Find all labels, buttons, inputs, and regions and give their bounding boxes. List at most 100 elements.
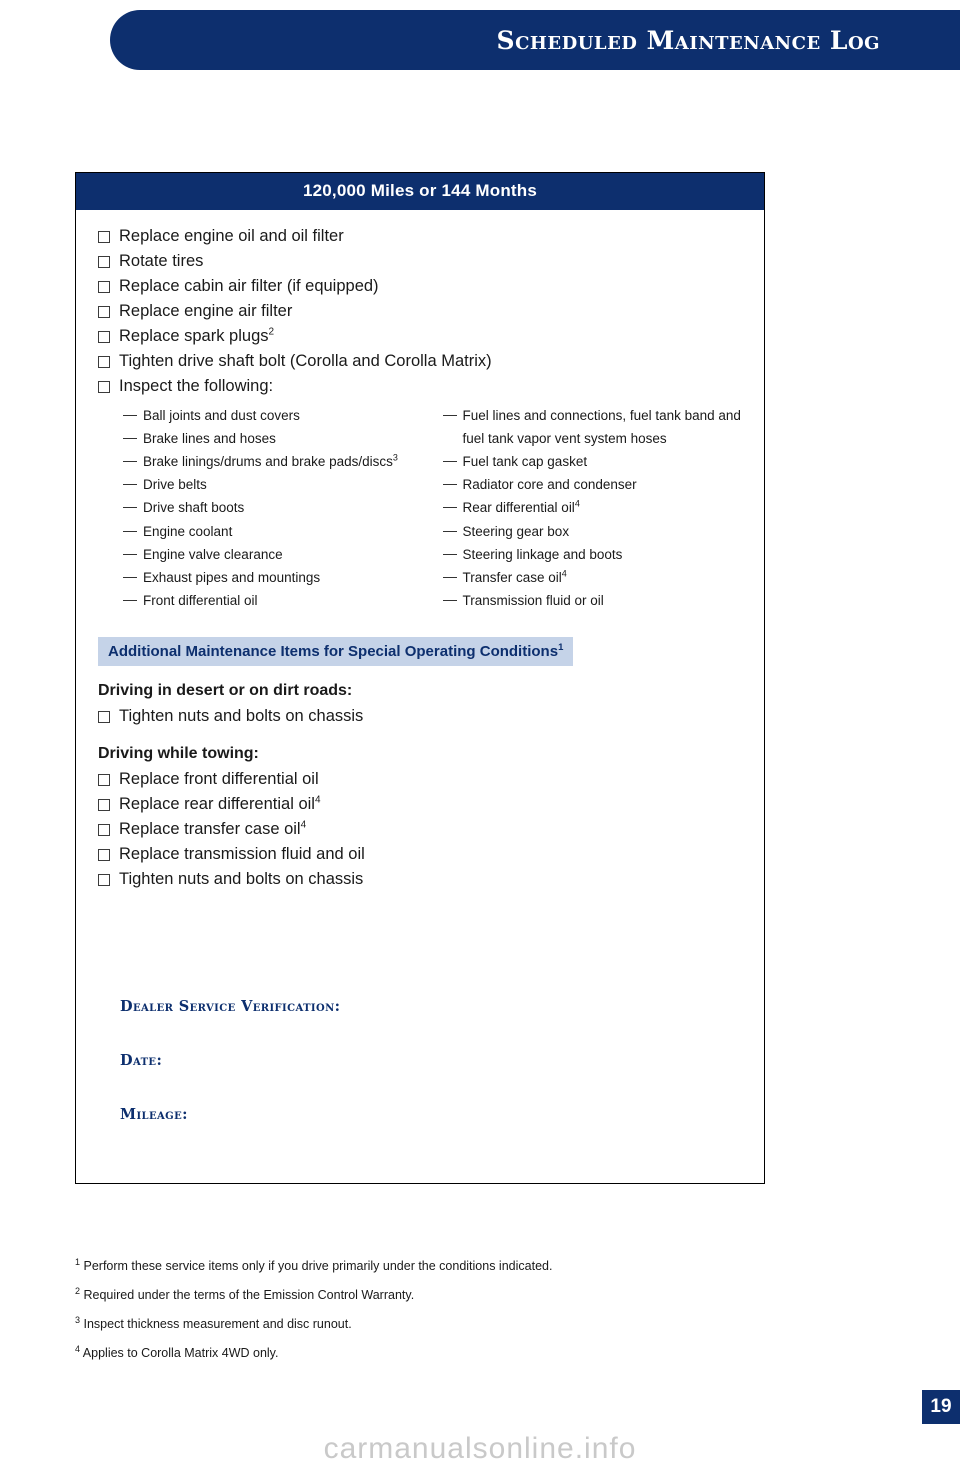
inspect-item: Transfer case oil4 (442, 566, 743, 589)
check-blank-line[interactable] (442, 460, 457, 462)
inspect-item-label: Drive belts (143, 477, 207, 493)
card-body: Replace engine oil and oil filter Rotate … (76, 210, 764, 1123)
inspect-item: Brake linings/drums and brake pads/discs… (123, 450, 433, 473)
checkbox-icon[interactable] (98, 773, 110, 786)
towing-label: Replace transmission fluid and oil (119, 844, 365, 863)
check-blank-line[interactable] (123, 600, 137, 602)
maintenance-label: Rotate tires (119, 252, 204, 271)
maintenance-item: Replace engine air filter (98, 299, 742, 324)
page-number-badge: 19 (922, 1390, 960, 1424)
checkbox-icon[interactable] (98, 710, 110, 723)
inspect-item-label: Fuel lines and connections, fuel tank ba… (462, 407, 741, 446)
towing-item: Replace front differential oil (98, 767, 742, 792)
inspect-item: Exhaust pipes and mountings (123, 566, 433, 589)
maintenance-label: Replace spark plugs2 (119, 326, 275, 346)
card-title: 120,000 Miles or 144 Months (76, 173, 764, 210)
inspect-item-label: Fuel tank cap gasket (462, 453, 588, 469)
checkbox-icon[interactable] (98, 331, 110, 344)
inspect-item-label: Brake lines and hoses (143, 430, 276, 446)
check-blank-line[interactable] (123, 484, 137, 486)
inspect-item: Fuel lines and connections, fuel tank ba… (442, 404, 743, 450)
checkbox-icon[interactable] (98, 231, 110, 243)
desert-label: Tighten nuts and bolts on chassis (119, 706, 364, 725)
inspect-item-label: Steering linkage and boots (462, 546, 623, 562)
inspect-item-label: Transfer case oil4 (462, 568, 567, 586)
towing-label: Replace rear differential oil4 (119, 794, 321, 813)
maintenance-label: Inspect the following: (119, 377, 274, 396)
inspect-item-label: Drive shaft boots (143, 500, 245, 516)
mileage-label: Mileage: (120, 1105, 188, 1123)
subheading-towing: Driving while towing: (98, 744, 259, 762)
checkbox-icon[interactable] (98, 848, 110, 861)
inspect-item-label: Rear differential oil4 (462, 498, 580, 516)
check-blank-line[interactable] (442, 577, 457, 579)
maintenance-label: Replace engine oil and oil filter (119, 227, 344, 245)
towing-label: Replace transfer case oil4 (119, 819, 307, 838)
maintenance-label: Replace cabin air filter (if equipped) (119, 277, 379, 296)
check-blank-line[interactable] (442, 484, 457, 486)
inspect-item: Drive belts (123, 473, 433, 496)
desert-checklist: Tighten nuts and bolts on chassis (98, 704, 742, 729)
towing-checklist: Replace front differential oil Replace re… (98, 767, 742, 892)
inspect-column-left: Ball joints and dust covers Brake lines a… (123, 404, 433, 613)
checkbox-icon[interactable] (98, 306, 110, 319)
inspect-item-label: Front differential oil (143, 593, 258, 609)
page-header-banner: Scheduled Maintenance Log (110, 10, 960, 70)
check-blank-line[interactable] (442, 600, 457, 602)
special-conditions-footnote-marker: 1 (558, 641, 564, 653)
checkbox-icon[interactable] (98, 281, 110, 294)
inspect-item-label: Engine valve clearance (143, 546, 283, 562)
check-blank-line[interactable] (442, 414, 457, 416)
inspect-item: Steering gear box (442, 520, 743, 543)
desert-item: Tighten nuts and bolts on chassis (98, 704, 742, 729)
checkbox-icon[interactable] (98, 356, 110, 369)
checkbox-icon[interactable] (98, 823, 110, 836)
check-blank-line[interactable] (123, 414, 137, 416)
inspect-item: Radiator core and condenser (442, 473, 743, 496)
footnote-marker: 4 (561, 568, 567, 579)
checkbox-icon[interactable] (98, 256, 110, 269)
check-blank-line[interactable] (442, 530, 457, 532)
checkbox-icon[interactable] (98, 873, 110, 886)
check-blank-line[interactable] (123, 437, 137, 439)
inspect-item: Ball joints and dust covers (123, 404, 433, 427)
footnote: 2 Required under the terms of the Emissi… (75, 1286, 775, 1303)
inspect-column-right: Fuel lines and connections, fuel tank ba… (433, 404, 743, 613)
inspect-item-label: Radiator core and condenser (462, 477, 637, 493)
footnotes-section: 1 Perform these service items only if yo… (75, 1257, 775, 1374)
maintenance-item: Replace spark plugs2 (98, 324, 742, 349)
towing-item: Replace rear differential oil4 (98, 792, 742, 817)
date-label: Date: (120, 1051, 163, 1069)
towing-item: Replace transfer case oil4 (98, 817, 742, 842)
maintenance-item: Replace engine oil and oil filter (98, 224, 742, 249)
checkbox-icon[interactable] (98, 381, 110, 394)
inspect-item: Fuel tank cap gasket (442, 450, 743, 473)
footnote-marker: 2 (268, 326, 275, 338)
watermark: carmanualsonline.info (323, 1432, 637, 1465)
inspect-item: Drive shaft boots (123, 496, 433, 519)
special-conditions-heading: Additional Maintenance Items for Special… (98, 636, 574, 666)
inspect-item-label: Engine coolant (143, 523, 233, 539)
inspect-item: Engine coolant (123, 520, 433, 543)
check-blank-line[interactable] (442, 553, 457, 555)
inspect-item-label: Transmission fluid or oil (462, 593, 604, 609)
maintenance-item: Replace cabin air filter (if equipped) (98, 274, 742, 299)
dealer-service-verification-label: Dealer Service Verification: (120, 997, 341, 1015)
checkbox-icon[interactable] (98, 798, 110, 811)
dealer-verification-block: Dealer Service Verification: Date: Milea… (98, 998, 742, 1123)
inspect-item: Steering linkage and boots (442, 543, 743, 566)
inspect-item: Brake lines and hoses (123, 427, 433, 450)
maintenance-card: 120,000 Miles or 144 Months Replace engi… (75, 172, 765, 1184)
check-blank-line[interactable] (123, 553, 137, 555)
special-conditions-text: Additional Maintenance Items for Special… (108, 642, 559, 660)
check-blank-line[interactable] (123, 577, 137, 579)
check-blank-line[interactable] (123, 507, 137, 509)
check-blank-line[interactable] (123, 460, 137, 462)
inspect-item-label: Steering gear box (462, 523, 570, 539)
footnote-marker: 4 (574, 498, 580, 509)
towing-item: Replace transmission fluid and oil (98, 842, 742, 867)
footnote-text: Applies to Corolla Matrix 4WD only. (80, 1345, 279, 1360)
check-blank-line[interactable] (123, 530, 137, 532)
check-blank-line[interactable] (442, 507, 457, 509)
page-title: Scheduled Maintenance Log (496, 25, 880, 55)
